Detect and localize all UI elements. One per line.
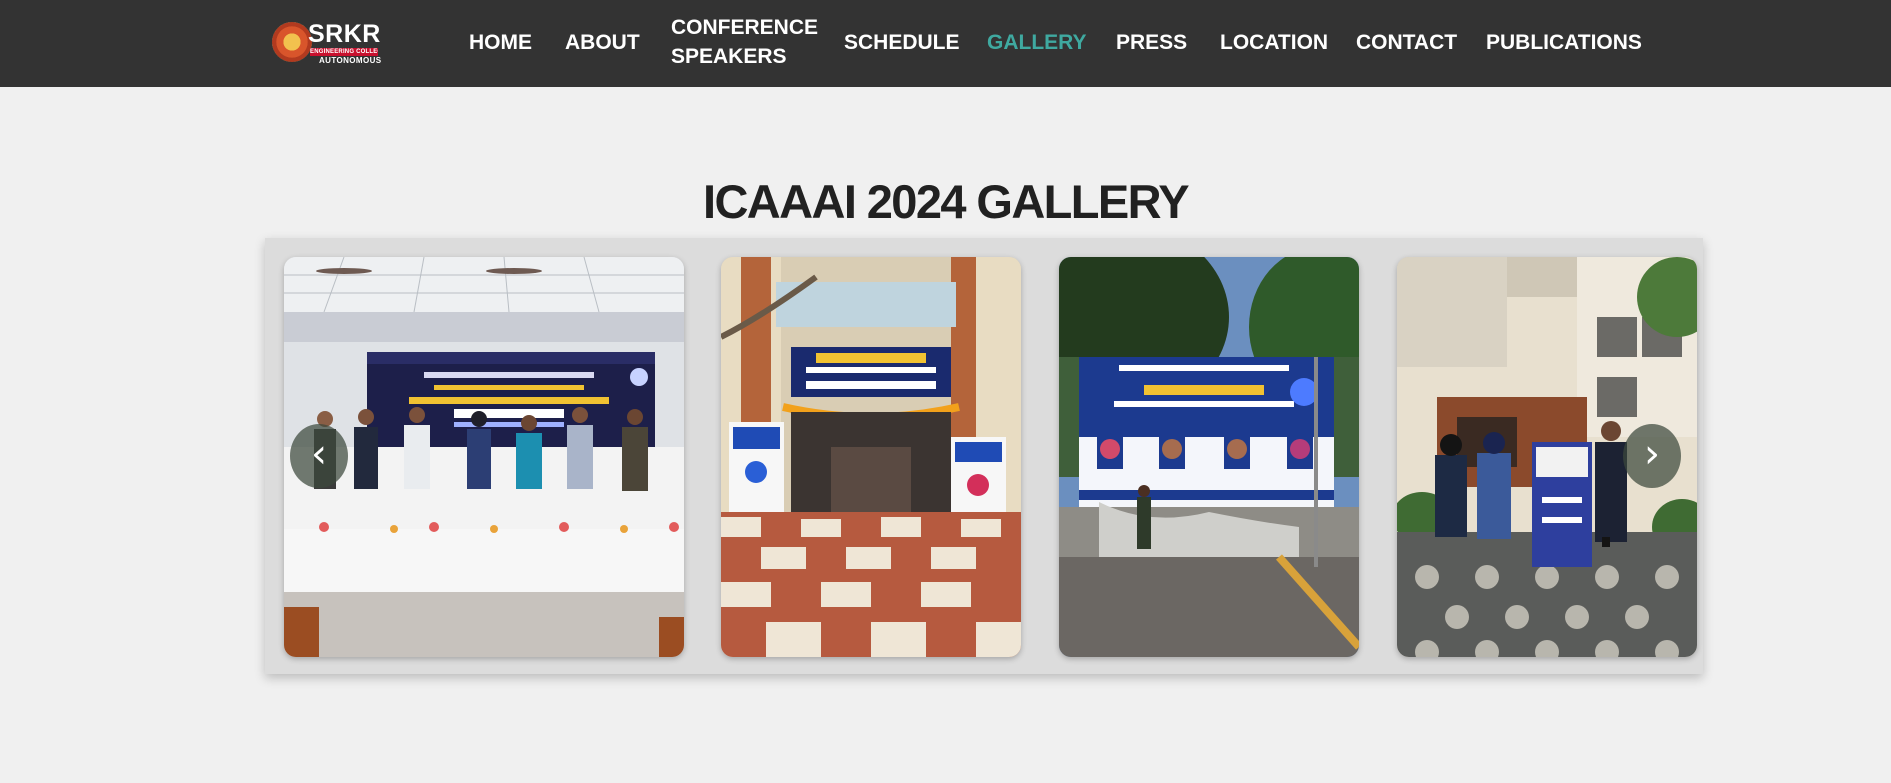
nav-conference-speakers[interactable]: CONFERENCE SPEAKERS	[671, 13, 818, 71]
college-seal-icon	[272, 22, 312, 62]
gallery-photo-welcome-banner[interactable]	[1059, 257, 1359, 657]
gallery-carousel: ‹ ›	[265, 238, 1703, 674]
logo-tagline-bar: ENGINEERING COLLEGE	[310, 48, 378, 56]
chevron-left-icon: ‹	[311, 431, 327, 477]
nav-about[interactable]: ABOUT	[565, 28, 640, 57]
carousel-prev-button[interactable]: ‹	[290, 424, 348, 488]
chevron-right-icon: ›	[1644, 431, 1660, 477]
gallery-photo-venue-entrance[interactable]	[721, 257, 1021, 657]
nav-contact[interactable]: CONTACT	[1356, 28, 1457, 57]
nav-conference-speakers-line2: SPEAKERS	[671, 45, 787, 68]
page-title: ICAAAI 2024 GALLERY	[703, 175, 1190, 228]
top-navbar: SRKR ENGINEERING COLLEGE AUTONOMOUS HOME…	[0, 0, 1891, 87]
nav-location[interactable]: LOCATION	[1220, 28, 1328, 57]
nav-schedule[interactable]: SCHEDULE	[844, 28, 960, 57]
carousel-next-button[interactable]: ›	[1623, 424, 1681, 488]
nav-home[interactable]: HOME	[469, 28, 532, 57]
photo-welcome-banner-image	[1059, 257, 1359, 657]
srkr-logo[interactable]: SRKR ENGINEERING COLLEGE AUTONOMOUS	[272, 20, 382, 66]
logo-subtitle: AUTONOMOUS	[319, 56, 382, 65]
nav-press[interactable]: PRESS	[1116, 28, 1187, 57]
nav-conference-speakers-line1: CONFERENCE	[671, 16, 819, 39]
photo-venue-entrance-image	[721, 257, 1021, 657]
nav-publications[interactable]: PUBLICATIONS	[1486, 28, 1642, 57]
nav-gallery[interactable]: GALLERY	[987, 28, 1087, 57]
logo-wordmark: SRKR	[308, 20, 381, 48]
